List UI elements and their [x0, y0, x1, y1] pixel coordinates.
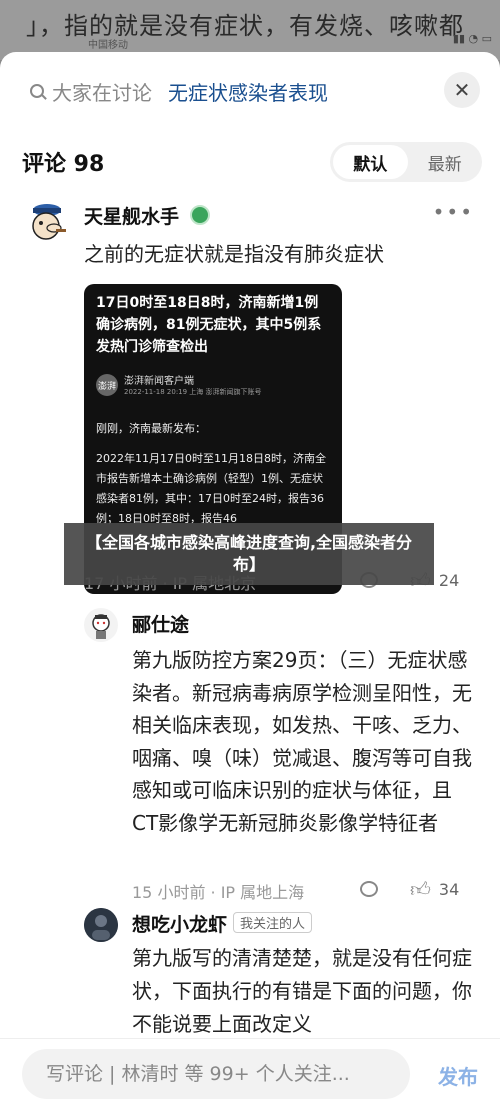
comments-count-title: 评论 98 [22, 152, 105, 177]
image-body-paragraph: 2022年11月17日0时至11月18日8时，济南全市报告新增本土确诊病例（轻型… [96, 452, 326, 525]
image-body: 刚刚，济南最新发布： 2022年11月17日0时至11月18日8时，济南全市报告… [96, 419, 332, 539]
more-options-icon[interactable]: ••• [433, 200, 474, 224]
avatar[interactable] [84, 608, 118, 642]
search-icon [30, 84, 44, 98]
avatar[interactable] [24, 200, 70, 246]
source-logo: 澎湃 [96, 374, 118, 396]
comment-meta: 15 小时前 · IP 属地上海 [132, 883, 305, 902]
reply-icon [360, 881, 378, 897]
like-count: 24 [438, 571, 460, 590]
background-article: 」，指的就是没有症状，有发烧、咳嗽都 中国移动 ▮▮ ◔ ▭ [0, 0, 500, 60]
comment-text: 之前的无症状就是指没有肺炎症状 [84, 242, 384, 266]
image-headline: 17日0时至18日8时，济南新增1例确诊病例，81例无症状，其中5例系发热门诊筛… [96, 295, 322, 355]
reply-button[interactable] [360, 881, 378, 897]
verified-icon [189, 205, 210, 225]
source-name: 澎湃新闻客户端 [124, 376, 194, 387]
bottom-comment-bar: 写评论 | 林清时 等 99+ 个人关注... 发布 [0, 1038, 500, 1111]
image-body-paragraph: 刚刚，济南最新发布： [96, 422, 206, 435]
comment-username[interactable]: 想吃小龙虾 我关注的人 [132, 910, 313, 937]
status-icons: ▮▮ ◔ ▭ [452, 32, 492, 45]
discussion-search[interactable]: 大家在讨论 无症状感染者表现 [20, 72, 480, 110]
source-meta: 2022-11-18 20:19 上海 澎湃新闻旗下账号 [124, 388, 262, 396]
thumbs-up-icon: 👍︎ [410, 877, 431, 901]
comment-username[interactable]: 郦仕途 [132, 610, 189, 637]
comment-text: 第九版防控方案29页：（三）无症状感染者。新冠病毒病原学检测呈阳性，无相关临床表… [132, 648, 472, 835]
like-count: 34 [438, 880, 460, 899]
comment-username[interactable]: 天星舰水手 [84, 202, 210, 229]
avatar[interactable] [84, 908, 118, 942]
comment-text: 第九版写的清清楚楚，就是没有任何症状，下面执行的有错是下面的问题，你不能说要上面… [132, 946, 472, 1036]
status-carrier: 中国移动 [88, 40, 128, 51]
comment-input[interactable]: 写评论 | 林清时 等 99+ 个人关注... [22, 1049, 410, 1099]
sort-toggle: 默认 最新 [330, 142, 482, 182]
sort-default-option[interactable]: 默认 [333, 145, 408, 179]
close-button[interactable]: ✕ [444, 72, 480, 108]
overlay-promo-banner[interactable]: 【全国各城市感染高峰进度查询,全国感染者分布】 [64, 523, 434, 585]
close-icon: ✕ [453, 78, 471, 102]
comments-sheet: 大家在讨论 无症状感染者表现 ✕ 评论 98 默认 最新 天星舰水手 ••• 之… [0, 52, 500, 1111]
comments-header: 评论 98 默认 最新 [22, 142, 482, 182]
like-button[interactable]: 👍︎ 34 [410, 877, 459, 902]
search-placeholder: 大家在讨论 [52, 80, 152, 105]
sort-latest-option[interactable]: 最新 [408, 145, 483, 179]
following-badge: 我关注的人 [233, 912, 313, 933]
publish-button[interactable]: 发布 [438, 1061, 478, 1090]
search-topic-link[interactable]: 无症状感染者表现 [168, 77, 328, 106]
